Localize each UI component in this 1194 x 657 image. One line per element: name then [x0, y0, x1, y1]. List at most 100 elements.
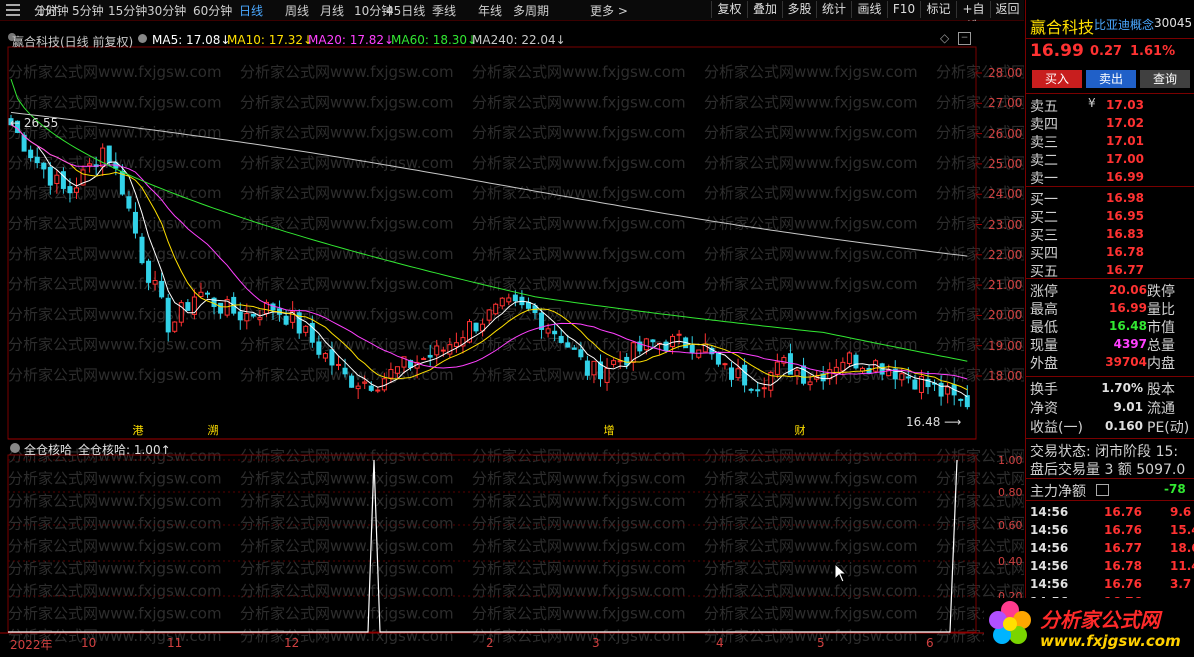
stat-label-2: 跌停 [1147, 284, 1175, 300]
kline-chart[interactable]: 分析家公式网www.fxjgsw.com 分析家公式网www.fxjgsw.com… [0, 21, 1024, 657]
period-tab-11[interactable]: 季线 [432, 2, 456, 19]
bid-price[interactable]: 16.83 [1106, 227, 1144, 241]
tick-time: 14:56 [1030, 577, 1069, 591]
toolbar-button-6[interactable]: 标记 [920, 1, 956, 18]
watermark-text: 分析家公式网www.fxjgsw.com [704, 63, 918, 81]
event-marker[interactable]: 财 [793, 424, 807, 438]
candle-body [447, 344, 453, 355]
watermark-text: 分析家公式网www.fxjgsw.com [704, 154, 918, 172]
event-marker[interactable]: 溯 [206, 424, 220, 438]
ask-price[interactable]: 17.03 [1106, 98, 1144, 112]
watermark-text: 分析家公式网www.fxjgsw.com [8, 582, 222, 600]
indicator-menu-icon[interactable] [10, 443, 20, 453]
ask-price[interactable]: 17.02 [1106, 116, 1144, 130]
candle-body [303, 325, 309, 333]
period-tab-12[interactable]: 年线 [478, 2, 502, 19]
bid-price[interactable]: 16.98 [1106, 191, 1144, 205]
stat2-label-2: PE(动) [1147, 420, 1190, 436]
ask-price[interactable]: 17.00 [1106, 152, 1144, 166]
period-tab-1[interactable]: 1分钟 [37, 2, 69, 19]
candle-body [146, 260, 152, 283]
period-tab-8[interactable]: 月线 [320, 2, 344, 19]
period-tab-6[interactable]: 日线 [239, 2, 263, 19]
watermark-text: 分析家公式网www.fxjgsw.com [240, 154, 454, 172]
watermark-text: 分析家公式网www.fxjgsw.com [8, 560, 222, 578]
bid-price[interactable]: 16.77 [1106, 263, 1144, 277]
candle-body [663, 341, 669, 352]
candle-body [742, 364, 748, 386]
toolbar-button-4[interactable]: 画线 [851, 1, 887, 18]
ask-price[interactable]: 16.99 [1106, 170, 1144, 184]
stock-title: 赢合科技(日线 前复权) [12, 35, 134, 49]
candle-body [28, 149, 34, 159]
collapse-icon[interactable]: − [958, 32, 971, 45]
ask-price[interactable]: 17.01 [1106, 134, 1144, 148]
candle-body [729, 367, 734, 380]
candle-body [165, 297, 171, 333]
watermark-text: 分析家公式网www.fxjgsw.com [8, 470, 222, 488]
tick-price: 16.76 [1104, 505, 1142, 519]
price-tick: 25.00 [988, 156, 1023, 171]
period-tab-5[interactable]: 60分钟 [193, 2, 232, 19]
period-tab-7[interactable]: 周线 [285, 2, 309, 19]
stat-value: 4397 [1113, 337, 1147, 351]
candle-body [565, 342, 571, 348]
watermark-text: 分析家公式网www.fxjgsw.com [8, 245, 222, 263]
toolbar-button-3[interactable]: 统计 [816, 1, 851, 18]
date-tick: 5 [817, 636, 825, 650]
query-button[interactable]: 查询 [1140, 70, 1190, 88]
ma-legend-item-3: MA60: 18.30↓ [391, 33, 478, 47]
stat2-label: 换手 [1030, 382, 1058, 398]
watermark-text: 分析家公式网www.fxjgsw.com [240, 627, 454, 645]
concept-tag[interactable]: 比亚迪概念 [1094, 16, 1154, 33]
tick-time: 14:56 [1030, 505, 1069, 519]
watermark-text: 分析家公式网www.fxjgsw.com [240, 560, 454, 578]
event-marker[interactable]: 港 [131, 424, 145, 438]
watermark-text: 分析家公式网www.fxjgsw.com [472, 93, 686, 111]
watermark-text: 分析家公式网www.fxjgsw.com [472, 215, 686, 233]
bid-price[interactable]: 16.78 [1106, 245, 1144, 259]
sell-button[interactable]: 卖出 [1086, 70, 1136, 88]
event-marker[interactable]: 增 [602, 424, 616, 438]
diamond-icon[interactable]: ◇ [940, 31, 949, 45]
toolbar-button-0[interactable]: 复权 [711, 1, 747, 18]
toolbar-button-7[interactable]: +自选 [956, 1, 990, 33]
period-tab-4[interactable]: 30分钟 [147, 2, 186, 19]
period-tab-14[interactable]: 更多 > [590, 2, 628, 19]
toolbar-button-8[interactable]: 返回 [990, 1, 1024, 18]
buy-button[interactable]: 买入 [1032, 70, 1082, 88]
candle-body [643, 338, 649, 351]
tick-time: 14:56 [1030, 523, 1069, 537]
candle-body [362, 381, 368, 384]
watermark-text: 分析家公式网www.fxjgsw.com [240, 336, 454, 354]
stat-value: 39704 [1105, 355, 1147, 369]
stat-label-2: 总量 [1147, 338, 1175, 354]
watermark-text: 分析家公式网www.fxjgsw.com [472, 154, 686, 172]
period-tab-3[interactable]: 15分钟 [108, 2, 147, 19]
candle-body [244, 313, 250, 322]
list-icon[interactable] [1096, 484, 1109, 496]
date-tick: 11 [167, 636, 183, 650]
stat2-value: 1.70% [1101, 381, 1143, 395]
period-tab-2[interactable]: 5分钟 [72, 2, 104, 19]
candle-body [899, 373, 905, 381]
candle-body [853, 354, 859, 369]
bid-price[interactable]: 16.95 [1106, 209, 1144, 223]
site-logo: 分析家公式网 www.fxjgsw.com [984, 598, 1194, 657]
ask-label: 卖五 [1030, 99, 1058, 115]
period-tab-10[interactable]: 45日线 [386, 2, 425, 19]
candle-body [41, 162, 47, 170]
settings-icon[interactable] [138, 34, 147, 43]
watermark-text: 分析家公式网www.fxjgsw.com [704, 605, 918, 623]
candle-body [840, 361, 846, 372]
candle-body [316, 341, 322, 355]
ma-legend-item-4: MA240: 22.04↓ [472, 33, 566, 47]
watermark-text: 分析家公式网www.fxjgsw.com [472, 582, 686, 600]
candle-body [525, 301, 531, 309]
stat2-label-2: 流通 [1147, 401, 1175, 417]
toolbar-button-2[interactable]: 多股 [782, 1, 816, 18]
toolbar-button-1[interactable]: 叠加 [747, 1, 782, 18]
toolbar-button-5[interactable]: F10 [887, 1, 920, 18]
watermark-text: 分析家公式网www.fxjgsw.com [240, 184, 454, 202]
period-tab-13[interactable]: 多周期 [513, 2, 549, 19]
